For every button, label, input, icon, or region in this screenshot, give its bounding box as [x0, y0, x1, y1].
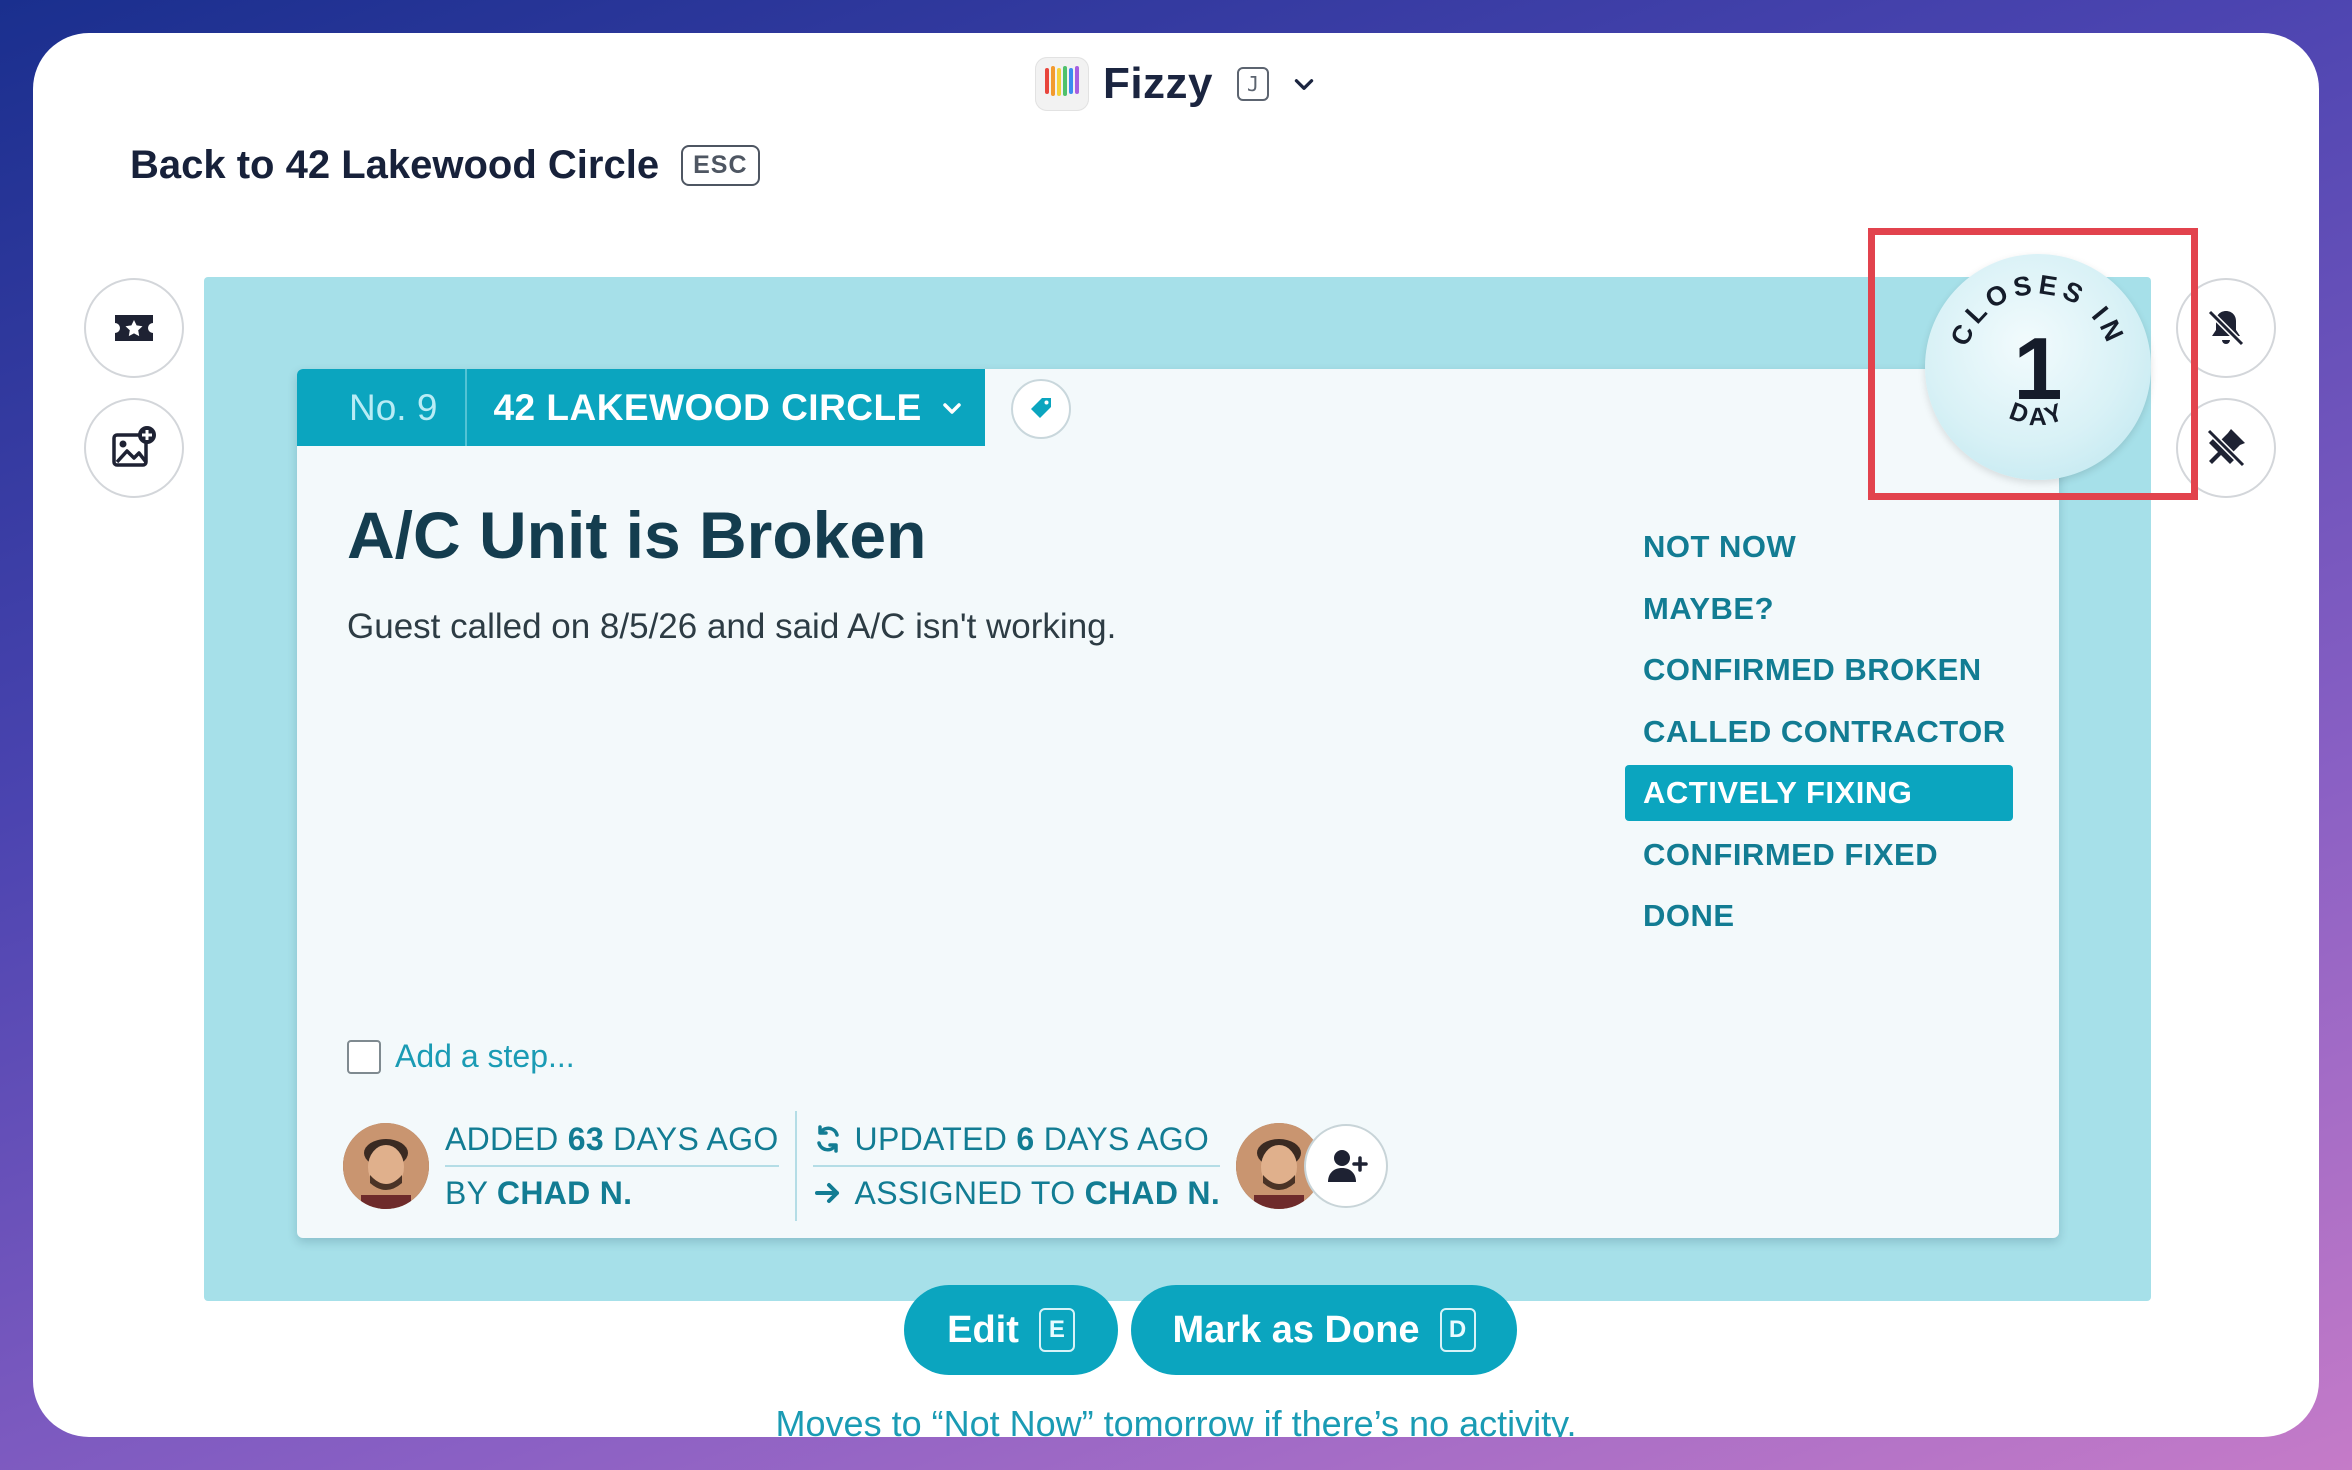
app-window: Fizzy J Back to 42 Lakewood Circle ESC N… — [33, 33, 2319, 1437]
stage-maybe[interactable]: MAYBE? — [1625, 581, 2013, 637]
done-shortcut: D — [1439, 1308, 1476, 1352]
edit-label[interactable]: Edit — [947, 1309, 1019, 1352]
top-bar: Fizzy J — [33, 51, 2319, 117]
app-name[interactable]: Fizzy — [1103, 59, 1213, 109]
stage-list: NOT NOW MAYBE? CONFIRMED BROKEN CALLED C… — [1625, 519, 2013, 950]
refresh-icon — [816, 1125, 839, 1153]
arrow-right-icon — [814, 1183, 839, 1203]
fizzy-logo-icon[interactable] — [1034, 57, 1089, 111]
mark-as-done-button[interactable]: Mark as Done D — [1131, 1285, 1517, 1375]
creator-avatar[interactable] — [343, 1123, 429, 1209]
app-switch-shortcut: J — [1237, 67, 1270, 101]
esc-shortcut: ESC — [681, 145, 760, 186]
add-assignee-button[interactable] — [1304, 1124, 1389, 1208]
tag-icon — [1031, 398, 1051, 418]
assigned-label: ASSIGNED TO CHAD N. — [854, 1174, 1221, 1211]
add-step-row: Add a step... — [347, 1038, 575, 1075]
person-photo-icon — [343, 1123, 429, 1209]
card-title[interactable]: A/C Unit is Broken — [347, 497, 926, 573]
added-info: ADDED 63 DAYS AGO BY CHAD N. — [429, 1113, 795, 1219]
add-image-button[interactable] — [84, 398, 184, 498]
ticket-star-icon — [115, 315, 153, 341]
step-checkbox[interactable] — [347, 1039, 381, 1074]
chevron-down-icon[interactable] — [940, 396, 964, 420]
pin-off-icon — [2206, 428, 2246, 468]
card-description[interactable]: Guest called on 8/5/26 and said A/C isn'… — [347, 607, 1116, 647]
card-header: No. 9 42 LAKEWOOD CIRCLE — [297, 369, 985, 446]
board-name[interactable]: 42 LAKEWOOD CIRCLE — [493, 387, 921, 429]
highlight-box — [1868, 228, 2198, 500]
stage-confirmed-broken[interactable]: CONFIRMED BROKEN — [1625, 642, 2013, 698]
user-plus-icon — [1328, 1150, 1368, 1182]
card-meta: ADDED 63 DAYS AGO BY CHAD N. UPDATED 6 D… — [343, 1111, 1389, 1221]
updated-label: UPDATED 6 DAYS AGO — [854, 1120, 1210, 1157]
board-selector[interactable]: 42 LAKEWOOD CIRCLE — [467, 387, 963, 429]
updated-info: UPDATED 6 DAYS AGO ASSIGNED TO CHAD N. — [797, 1113, 1237, 1219]
add-tag-button[interactable] — [1011, 379, 1071, 439]
add-step-input[interactable]: Add a step... — [395, 1038, 575, 1075]
added-by-label: BY CHAD N. — [445, 1174, 633, 1211]
added-label: ADDED 63 DAYS AGO — [445, 1120, 779, 1157]
stage-called-contractor[interactable]: CALLED CONTRACTOR — [1625, 704, 2013, 760]
image-add-icon — [112, 426, 156, 467]
stage-not-now[interactable]: NOT NOW — [1625, 519, 2013, 575]
card: No. 9 42 LAKEWOOD CIRCLE A/C Unit is Bro… — [297, 369, 2059, 1238]
edit-shortcut: E — [1038, 1308, 1075, 1352]
back-label[interactable]: Back to 42 Lakewood Circle — [130, 143, 659, 188]
edit-button[interactable]: Edit E — [904, 1285, 1118, 1375]
golden-ticket-button[interactable] — [84, 278, 184, 378]
mark-as-done-label[interactable]: Mark as Done — [1172, 1309, 1419, 1352]
stage-done[interactable]: DONE — [1625, 888, 2013, 944]
chevron-down-icon[interactable] — [1291, 71, 1317, 97]
back-link[interactable]: Back to 42 Lakewood Circle ESC — [130, 143, 760, 188]
stage-actively-fixing[interactable]: ACTIVELY FIXING — [1625, 765, 2013, 821]
stage-confirmed-fixed[interactable]: CONFIRMED FIXED — [1625, 827, 2013, 883]
card-number: No. 9 — [297, 369, 468, 446]
auto-close-note: Moves to “Not Now” tomorrow if there’s n… — [775, 1403, 1577, 1437]
bell-off-icon — [2207, 309, 2245, 347]
